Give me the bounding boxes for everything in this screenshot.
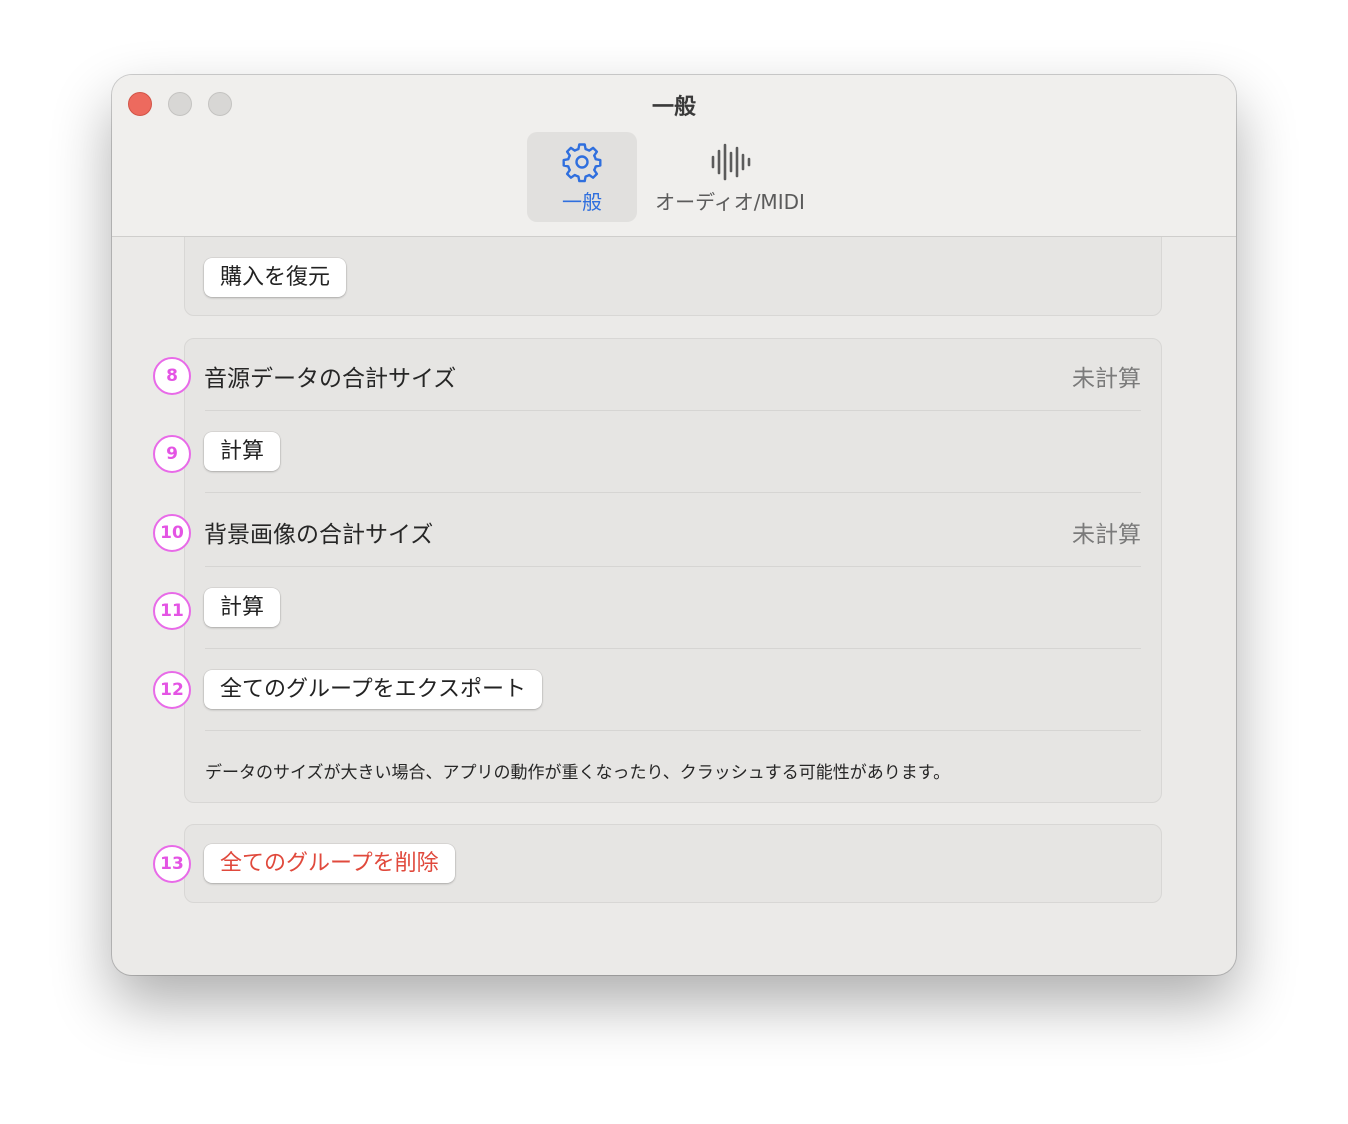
background-image-size-value: 未計算	[1072, 522, 1141, 548]
preferences-window: 一般 一般 オーディオ/MIDI 購入を復元 音源データの合計サイズ 未計算 計…	[112, 75, 1236, 975]
title-bar: 一般 一般 オーディオ/MIDI	[112, 75, 1236, 237]
annotation-badge: 13	[153, 845, 191, 883]
gear-icon	[562, 143, 602, 183]
settings-content[interactable]: 購入を復元 音源データの合計サイズ 未計算 計算 背景画像の合計サイズ 未計算 …	[112, 237, 1236, 975]
sound-data-size-label: 音源データの合計サイズ	[204, 366, 457, 392]
tab-audio-midi[interactable]: オーディオ/MIDI	[648, 132, 812, 222]
divider	[205, 566, 1141, 567]
calculate-sound-size-button[interactable]: 計算	[204, 432, 281, 471]
annotation-badge: 10	[153, 514, 191, 552]
divider	[205, 730, 1141, 731]
delete-groups-card: 全てのグループを削除	[184, 824, 1162, 903]
data-size-card: 音源データの合計サイズ 未計算 計算 背景画像の合計サイズ 未計算 計算 全ての…	[184, 338, 1162, 803]
annotation-badge: 8	[153, 357, 191, 395]
delete-all-groups-button[interactable]: 全てのグループを削除	[204, 844, 455, 883]
annotation-badge: 12	[153, 671, 191, 709]
tab-general-label: 一般	[562, 190, 602, 214]
waveform-icon	[711, 143, 751, 181]
tab-audio-midi-label: オーディオ/MIDI	[655, 190, 805, 214]
calculate-background-size-button[interactable]: 計算	[204, 588, 281, 627]
sound-data-size-value: 未計算	[1072, 366, 1141, 392]
annotation-badge: 9	[153, 435, 191, 473]
window-title: 一般	[651, 95, 696, 120]
data-size-warning-note: データのサイズが大きい場合、アプリの動作が重くなったり、クラッシュする可能性があ…	[205, 763, 951, 783]
background-image-size-label: 背景画像の合計サイズ	[204, 522, 434, 548]
divider	[205, 492, 1141, 493]
divider	[205, 648, 1141, 649]
divider	[205, 410, 1141, 411]
export-all-groups-button[interactable]: 全てのグループをエクスポート	[204, 670, 543, 709]
restore-purchases-card: 購入を復元	[184, 237, 1162, 316]
restore-purchases-button[interactable]: 購入を復元	[204, 258, 347, 297]
tab-general[interactable]: 一般	[527, 132, 637, 222]
annotation-badge: 11	[153, 592, 191, 630]
